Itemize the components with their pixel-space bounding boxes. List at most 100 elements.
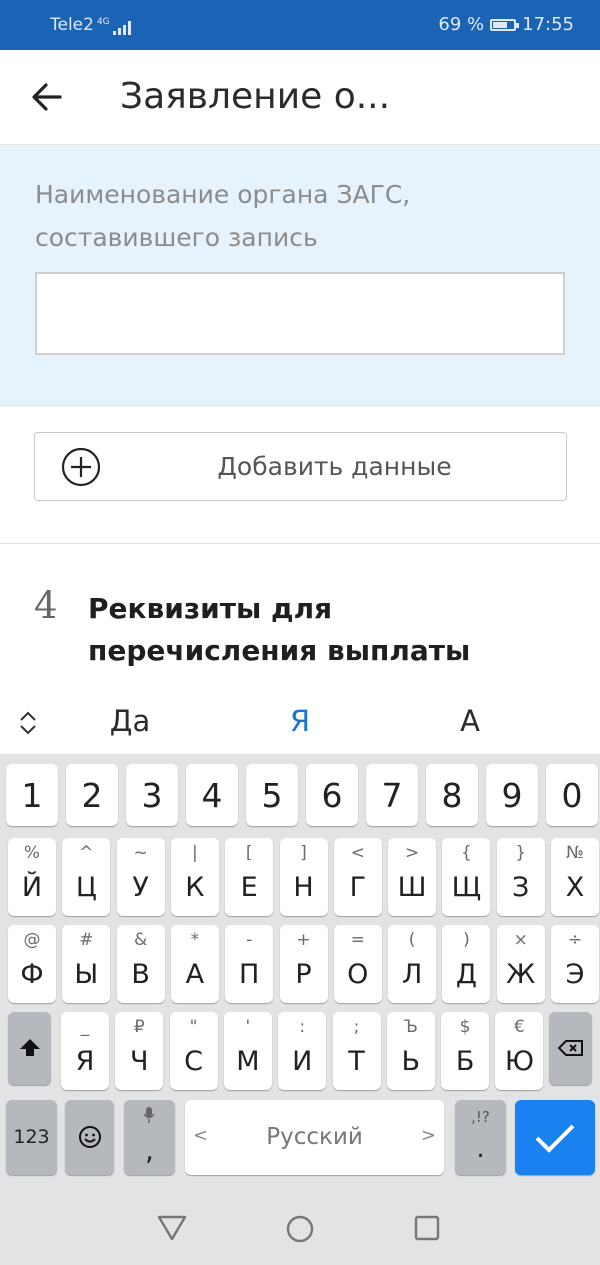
key-label: В [131, 959, 150, 990]
nav-recents-icon[interactable] [414, 1215, 440, 1241]
letter-key[interactable]: % Й [8, 838, 56, 916]
key-secondary-label: _ [80, 1017, 90, 1037]
letter-key[interactable]: + Р [279, 925, 328, 1003]
key-label: 7 [381, 776, 403, 815]
symbols-key[interactable]: 123 [6, 1100, 57, 1175]
digit-key-9[interactable]: 9 [486, 764, 538, 826]
key-secondary-label: - [246, 930, 253, 950]
letter-key[interactable]: (Л [388, 925, 437, 1003]
key-label: Ж [506, 959, 536, 990]
letter-key[interactable]: } З [496, 838, 545, 916]
field-label: Наименование органа ЗАГС, составившего з… [35, 180, 411, 252]
checkmark-icon [535, 1124, 575, 1153]
key-label: Ч [130, 1046, 149, 1077]
letter-key[interactable]: € Ю [495, 1012, 544, 1090]
backspace-key[interactable] [549, 1012, 592, 1085]
digit-key-7[interactable]: 7 [366, 764, 418, 826]
space-key[interactable]: < Русский > [185, 1100, 444, 1175]
letter-key[interactable]: № Х [551, 838, 599, 916]
enter-key[interactable] [515, 1100, 595, 1175]
letter-key[interactable]: ÷ Э [551, 925, 599, 1003]
digit-key-0[interactable]: 0 [546, 764, 598, 826]
add-data-label: Добавить данные [217, 452, 452, 481]
suggestion-2[interactable]: Я [240, 704, 360, 738]
key-secondary-label: [ [245, 843, 253, 863]
letter-key[interactable]: ~ У [116, 838, 165, 916]
key-secondary-label: ~ [133, 843, 148, 863]
key-label: З [512, 872, 530, 903]
digit-key-8[interactable]: 8 [426, 764, 478, 826]
battery-text: 69 % [438, 14, 485, 35]
key-label: 1 [21, 776, 43, 815]
back-arrow-icon[interactable] [30, 80, 64, 114]
key-secondary-label: ] [300, 843, 307, 863]
key-label: Н [293, 872, 314, 903]
digit-key-1[interactable]: 1 [6, 764, 58, 826]
key-label: Р [295, 959, 312, 990]
letter-key[interactable]: > Ш [388, 838, 437, 916]
key-label: Г [349, 872, 367, 903]
letter-key[interactable]: ; Т [332, 1012, 381, 1090]
letter-key[interactable]: [Е [225, 838, 274, 916]
digit-key-5[interactable]: 5 [246, 764, 298, 826]
key-label: Ц [75, 872, 97, 903]
letter-key[interactable]: :И [278, 1012, 327, 1090]
letter-key[interactable]: ' М [223, 1012, 272, 1090]
nav-home-icon[interactable] [285, 1214, 315, 1244]
status-bar: Tele2 4G 69 % 17:55 [0, 0, 600, 50]
shift-key[interactable] [8, 1012, 51, 1085]
letter-key[interactable]: -П [225, 925, 274, 1003]
key-label: Ы [74, 959, 99, 990]
emoji-key[interactable] [65, 1100, 114, 1175]
key-label: Ь [401, 1046, 421, 1077]
digit-key-4[interactable]: 4 [186, 764, 238, 826]
letter-key[interactable]: * А [170, 925, 219, 1003]
letter-key[interactable]: $ Б [441, 1012, 490, 1090]
key-label: К [185, 872, 205, 903]
key-secondary-label: № [566, 843, 584, 863]
emoji-icon [78, 1126, 101, 1148]
digit-key-2[interactable]: 2 [66, 764, 118, 826]
space-right-arrow: > [420, 1125, 436, 1146]
nav-back-icon[interactable] [157, 1214, 187, 1242]
suggestion-3[interactable]: А [410, 704, 530, 738]
letter-key[interactable]: {Щ [442, 838, 491, 916]
key-secondary-label: & [133, 930, 148, 950]
system-nav-bar [0, 1190, 600, 1265]
key-secondary-label: ^ [79, 843, 94, 863]
digit-key-6[interactable]: 6 [306, 764, 358, 826]
key-label: 6 [321, 776, 343, 815]
letter-key[interactable]: ₽ Ч [115, 1012, 164, 1090]
key-secondary-label: | [192, 843, 198, 863]
zags-name-input[interactable] [35, 272, 565, 355]
network-type: 4G [96, 17, 110, 27]
key-secondary-label: > [404, 843, 420, 863]
clock: 17:55 [522, 14, 574, 35]
letter-key[interactable]: × Ж [496, 925, 545, 1003]
digit-key-3[interactable]: 3 [126, 764, 178, 826]
letter-key[interactable]: ^ Ц [62, 838, 111, 916]
key-secondary-label: { [460, 843, 472, 863]
expand-toggle-icon[interactable] [18, 710, 38, 736]
letter-key[interactable]: ) Д [442, 925, 491, 1003]
comma-key[interactable]: , [124, 1100, 175, 1175]
letter-key[interactable]: ] Н [279, 838, 328, 916]
key-secondary-label: @ [23, 930, 41, 950]
suggestion-bar: Да Я А [0, 690, 600, 754]
key-secondary-label: " [189, 1017, 198, 1037]
letter-key[interactable]: < Г [333, 838, 382, 916]
letter-key[interactable]: _ Я [61, 1012, 109, 1090]
letter-key[interactable]: & В [116, 925, 165, 1003]
letter-key[interactable]: @ Ф [8, 925, 56, 1003]
add-data-button[interactable]: Добавить данные [34, 432, 567, 501]
letter-key[interactable]: " С [169, 1012, 218, 1090]
key-label: Т [348, 1046, 365, 1077]
key-secondary-label: × [513, 930, 528, 950]
letter-key[interactable]: | К [170, 838, 219, 916]
letter-key[interactable]: ЪЬ [386, 1012, 435, 1090]
letter-key[interactable]: # Ы [62, 925, 111, 1003]
letter-key[interactable]: = О [333, 925, 382, 1003]
period-key[interactable]: ,!? . [455, 1100, 506, 1175]
suggestion-1[interactable]: Да [70, 704, 190, 738]
divider [0, 543, 600, 544]
